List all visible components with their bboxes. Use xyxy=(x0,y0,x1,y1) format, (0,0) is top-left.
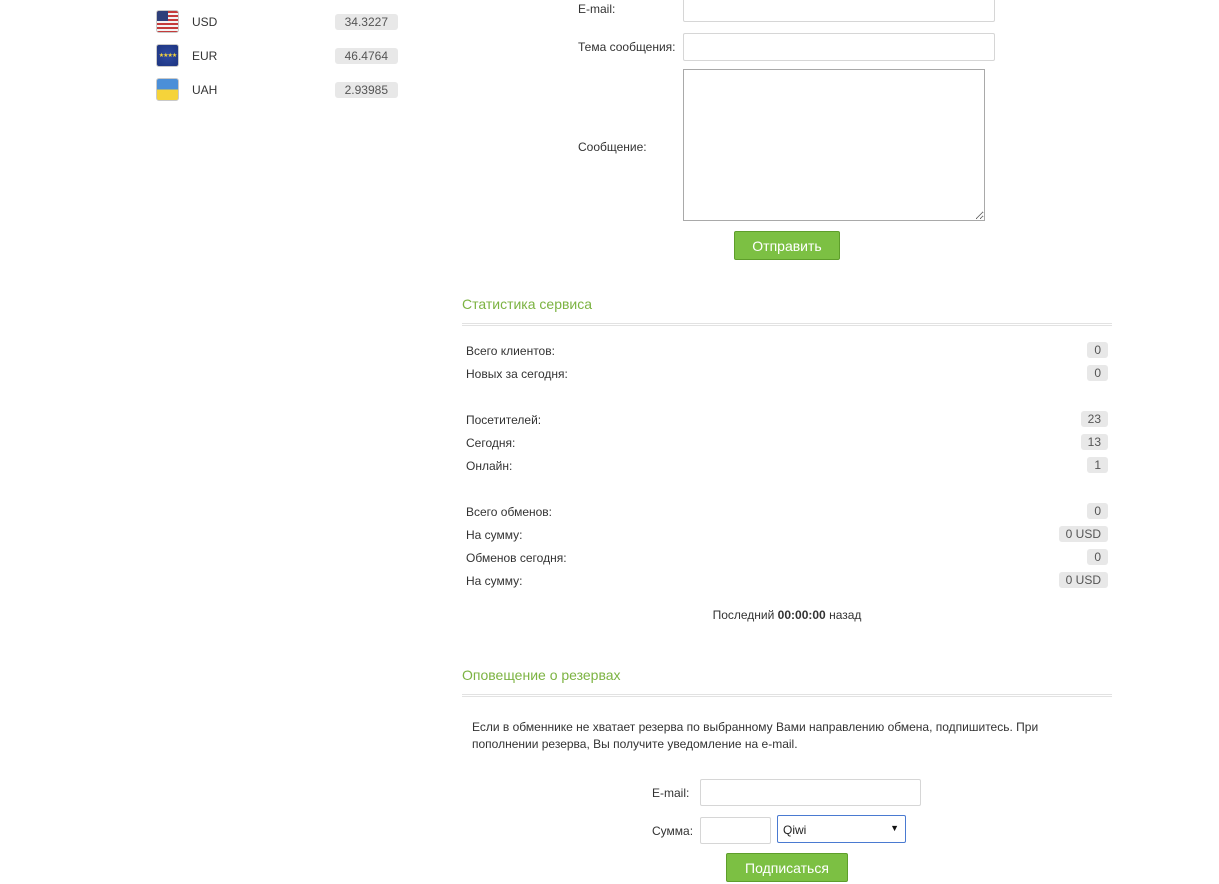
stat-row-today: Сегодня: 13 xyxy=(466,434,1108,452)
stat-row-total-exchanges: Всего обменов: 0 xyxy=(466,503,1108,521)
currency-row-usd: USD 34.3227 xyxy=(156,10,398,34)
currency-code: USD xyxy=(192,15,218,29)
eu-flag-icon: ★★★★ xyxy=(156,44,179,67)
stat-label: Всего клиентов: xyxy=(466,344,555,358)
stat-row-visitors: Посетителей: 23 xyxy=(466,411,1108,429)
stat-label: Новых за сегодня: xyxy=(466,367,568,381)
reserve-email-input[interactable] xyxy=(700,779,921,806)
currency-rate: 34.3227 xyxy=(334,14,398,30)
message-label: Сообщение: xyxy=(578,140,647,154)
stats-divider xyxy=(462,323,1112,326)
us-flag-icon xyxy=(156,10,179,33)
email-label: E-mail: xyxy=(578,2,616,16)
stat-value: 0 USD xyxy=(1058,526,1108,542)
currency-code: EUR xyxy=(192,49,218,63)
last-suffix: назад xyxy=(829,608,862,622)
feedback-email-input[interactable] xyxy=(683,0,995,22)
subscribe-button[interactable]: Подписаться xyxy=(726,853,848,882)
stat-label: Сегодня: xyxy=(466,436,516,450)
stat-label: На сумму: xyxy=(466,574,523,588)
last-exchange-time: 00:00:00 xyxy=(777,608,826,622)
stat-row-exchanges-today: Обменов сегодня: 0 xyxy=(466,549,1108,567)
reserve-notice-text: Если в обменнике не хватает резерва по в… xyxy=(472,720,1039,751)
chevron-down-icon: ▼ xyxy=(890,823,899,833)
stats-title: Статистика сервиса xyxy=(462,296,593,312)
stat-value: 0 xyxy=(1087,342,1108,358)
feedback-message-textarea[interactable] xyxy=(683,69,985,221)
last-exchange-line: Последний 00:00:00 назад xyxy=(462,608,1112,622)
reserve-title: Оповещение о резервах xyxy=(462,667,621,683)
stat-row-total-sum: На сумму: 0 USD xyxy=(466,526,1108,544)
currency-rate: 2.93985 xyxy=(334,82,398,98)
stat-label: Посетителей: xyxy=(466,413,542,427)
currency-row-uah: UAH 2.93985 xyxy=(156,78,398,102)
ua-flag-icon xyxy=(156,78,179,101)
reserve-divider xyxy=(462,694,1112,697)
stat-value: 0 xyxy=(1087,549,1108,565)
send-button[interactable]: Отправить xyxy=(734,231,840,260)
subject-label: Тема сообщения: xyxy=(578,40,676,54)
reserve-email-label: E-mail: xyxy=(652,786,690,800)
reserve-amount-label: Сумма: xyxy=(652,824,694,838)
reserve-amount-input[interactable] xyxy=(700,817,771,844)
currency-row-eur: ★★★★ EUR 46.4764 xyxy=(156,44,398,68)
stat-label: На сумму: xyxy=(466,528,523,542)
stat-value: 0 USD xyxy=(1058,572,1108,588)
stat-value: 23 xyxy=(1080,411,1108,427)
currency-code: UAH xyxy=(192,83,218,97)
stat-value: 0 xyxy=(1087,503,1108,519)
currency-rate: 46.4764 xyxy=(334,48,398,64)
stat-row-today-sum: На сумму: 0 USD xyxy=(466,572,1108,590)
stat-row-total-clients: Всего клиентов: 0 xyxy=(466,342,1108,360)
stat-label: Онлайн: xyxy=(466,459,513,473)
reserve-currency-select[interactable]: Qiwi ▼ xyxy=(777,815,906,843)
feedback-subject-input[interactable] xyxy=(683,33,995,61)
stat-row-online: Онлайн: 1 xyxy=(466,457,1108,475)
stat-row-new-today: Новых за сегодня: 0 xyxy=(466,365,1108,383)
stat-label: Всего обменов: xyxy=(466,505,553,519)
stat-label: Обменов сегодня: xyxy=(466,551,567,565)
stat-value: 1 xyxy=(1087,457,1108,473)
select-value: Qiwi xyxy=(783,823,807,837)
stat-value: 13 xyxy=(1080,434,1108,450)
stat-value: 0 xyxy=(1087,365,1108,381)
last-prefix: Последний xyxy=(712,608,775,622)
